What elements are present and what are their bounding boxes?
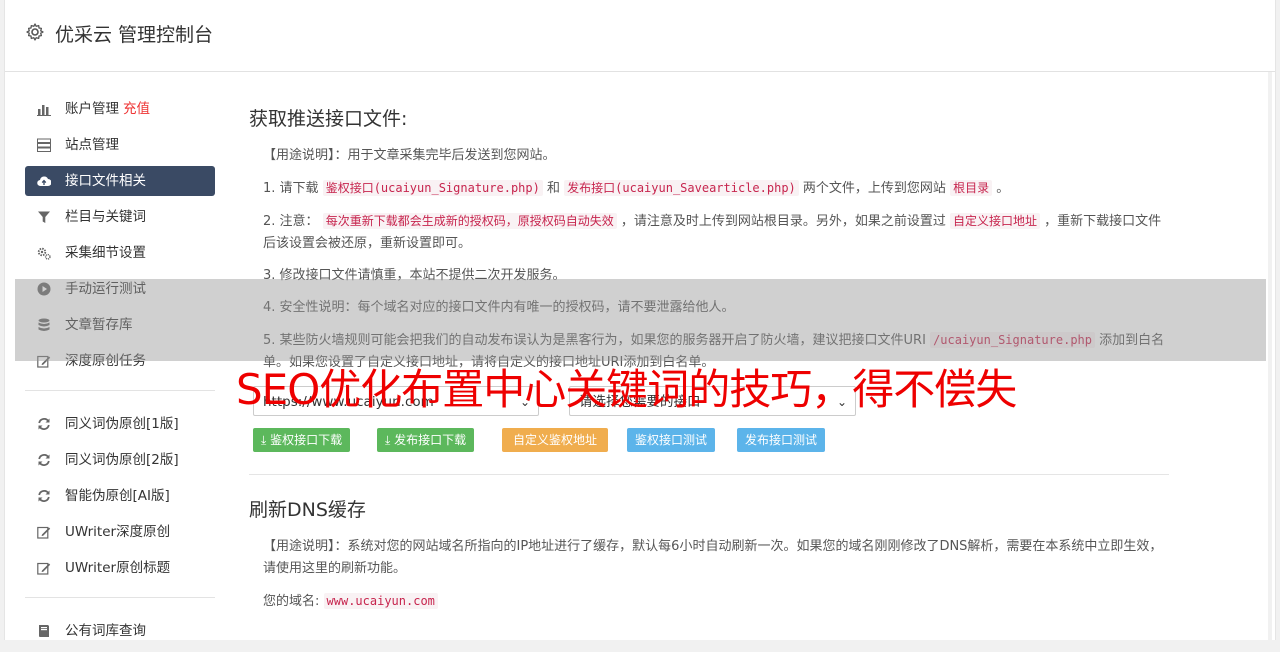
- sidebar-item-interface-files[interactable]: 接口文件相关: [25, 166, 215, 196]
- sidebar-divider: [25, 390, 215, 391]
- refresh-icon: [38, 454, 50, 466]
- usage-note: 【用途说明】：用于文章采集完毕后发送到您网站。: [263, 148, 556, 163]
- sidebar-item-label: 采集细节设置: [65, 245, 146, 261]
- bar-chart-icon: [37, 105, 51, 116]
- sidebar-item-collect-settings[interactable]: 采集细节设置: [25, 238, 215, 268]
- sidebar-item-label: 站点管理: [65, 137, 119, 153]
- step-text: 和: [547, 181, 561, 196]
- sidebar-item-label: 同义词伪原创[2版]: [65, 452, 179, 468]
- edit-icon: [37, 562, 51, 575]
- edit-icon: [37, 526, 51, 539]
- app-title: 优采云 管理控制台: [55, 24, 214, 46]
- domain-row: 您的域名: www.ucaiyun.com: [263, 590, 1169, 613]
- sidebar: 账户管理 充值 站点管理 接口文件相关 栏目与关键词 采集细节设置 手动运行测试 …: [25, 94, 215, 652]
- code-sign-file: 鉴权接口(ucaiyun_Signature.php): [322, 180, 543, 196]
- sign-download-button[interactable]: ⤓ 鉴权接口下载: [253, 428, 351, 452]
- code-publish-file: 发布接口(ucaiyun_Savearticle.php): [564, 180, 799, 196]
- sidebar-item-label: 接口文件相关: [65, 173, 146, 189]
- recharge-link[interactable]: 充值: [123, 101, 150, 117]
- section-title-interface-files: 获取推送接口文件:: [249, 108, 408, 130]
- gray-overlay-band: [15, 279, 1266, 361]
- book-icon: [39, 625, 49, 637]
- cloud-upload-icon: [37, 176, 51, 187]
- sidebar-item-synonym-v2[interactable]: 同义词伪原创[2版]: [25, 445, 215, 475]
- sidebar-item-account[interactable]: 账户管理 充值: [25, 94, 215, 124]
- step-text: ，请注意及时上传到网站根目录。另外，如果之前设置过: [620, 214, 946, 229]
- sidebar-item-ai-original[interactable]: 智能伪原创[AI版]: [25, 481, 215, 511]
- sidebar-item-label: 栏目与关键词: [65, 209, 146, 225]
- sidebar-item-uwriter-title[interactable]: UWriter原创标题: [25, 553, 215, 583]
- button-row: ⤓ 鉴权接口下载 ⤓ 发布接口下载 自定义鉴权地址 鉴权接口测试 发布接口测试: [249, 428, 1169, 454]
- sidebar-item-label: 公有词库查询: [65, 623, 146, 639]
- sidebar-item-synonym-v1[interactable]: 同义词伪原创[1版]: [25, 409, 215, 439]
- cogs-icon: [37, 247, 51, 260]
- sidebar-item-sites[interactable]: 站点管理: [25, 130, 215, 160]
- sidebar-item-label: 智能伪原创[AI版]: [65, 488, 170, 504]
- domain-label: 您的域名:: [263, 594, 320, 609]
- sidebar-item-label: 账户管理: [65, 101, 119, 117]
- step-text: 两个文件，上传到您网站: [802, 181, 946, 196]
- overlay-banner-text: SEO优化布置中心关键词的技巧，得不偿失: [236, 365, 1017, 414]
- step-text: 1. 请下载: [263, 181, 319, 196]
- sidebar-item-public-lexicon[interactable]: 公有词库查询: [25, 616, 215, 646]
- sidebar-item-label: UWriter原创标题: [65, 560, 171, 576]
- sidebar-item-label: UWriter深度原创: [65, 524, 171, 540]
- publish-test-button[interactable]: 发布接口测试: [737, 428, 826, 452]
- download-icon: ⤓: [385, 433, 395, 447]
- refresh-icon: [38, 490, 50, 502]
- code-warning: 每次重新下载都会生成新的授权码，原授权码自动失效: [322, 213, 617, 229]
- filter-icon: [38, 211, 50, 223]
- dns-usage-note: 【用途说明】：系统对您的网站域名所指向的IP地址进行了缓存，默认每6小时自动刷新…: [263, 539, 1163, 576]
- code-custom-address: 自定义接口地址: [950, 213, 1041, 229]
- custom-sign-button[interactable]: 自定义鉴权地址: [502, 428, 609, 452]
- domain-value: www.ucaiyun.com: [323, 593, 438, 609]
- code-root-dir: 根目录: [950, 180, 993, 196]
- server-icon: [37, 138, 51, 152]
- sign-test-button[interactable]: 鉴权接口测试: [627, 428, 716, 452]
- gear-icon: [26, 23, 44, 41]
- step-text: 2. 注意：: [263, 214, 319, 229]
- button-label: 发布接口下载: [394, 433, 467, 447]
- section-title-dns: 刷新DNS缓存: [249, 499, 366, 521]
- scrollbar[interactable]: [1267, 72, 1273, 640]
- sidebar-item-columns-keywords[interactable]: 栏目与关键词: [25, 202, 215, 232]
- sidebar-divider: [25, 597, 215, 598]
- step-text: 。: [996, 181, 1010, 196]
- section-divider: [249, 474, 1169, 475]
- refresh-icon: [38, 418, 50, 430]
- step-1: 1. 请下载 鉴权接口(ucaiyun_Signature.php) 和 发布接…: [263, 177, 1169, 200]
- top-bar: 优采云 管理控制台: [5, 0, 1275, 72]
- step-2: 2. 注意： 每次重新下载都会生成新的授权码，原授权码自动失效 ，请注意及时上传…: [263, 210, 1169, 255]
- sidebar-item-label: 同义词伪原创[1版]: [65, 416, 179, 432]
- button-label: 鉴权接口下载: [270, 433, 343, 447]
- download-icon: ⤓: [261, 433, 271, 447]
- sidebar-item-uwriter-deep[interactable]: UWriter深度原创: [25, 517, 215, 547]
- publish-download-button[interactable]: ⤓ 发布接口下载: [377, 428, 475, 452]
